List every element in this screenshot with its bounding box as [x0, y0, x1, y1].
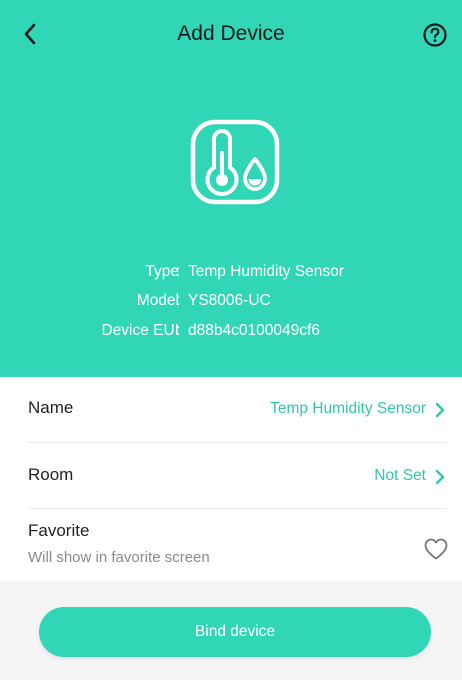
device-type-row: Type : Temp Humidity Sensor [0, 260, 462, 284]
room-label: Room [28, 465, 74, 484]
info-label: Device EUI [101, 322, 179, 339]
device-header-panel: Add Device Type : Temp Humidity Sensor M… [0, 0, 462, 377]
device-type-value: Temp Humidity Sensor [188, 263, 344, 280]
help-button[interactable] [420, 20, 450, 50]
bind-device-button[interactable]: Bind device [39, 607, 431, 657]
page-title: Add Device [177, 22, 285, 45]
heart-outline-icon[interactable] [423, 537, 449, 561]
room-row[interactable]: Room Not Set [0, 443, 462, 509]
device-eui-row: Device EUI : d88b4c0100049cf6 [0, 319, 462, 343]
thermometer-droplet-icon [190, 119, 280, 205]
chevron-right-icon [435, 402, 445, 418]
name-value: Temp Humidity Sensor [270, 400, 426, 417]
device-model-value: YS8006-UC [188, 292, 271, 309]
info-label: Type [145, 263, 179, 280]
question-circle-icon [423, 23, 447, 47]
device-model-row: Model : YS8006-UC [0, 289, 462, 313]
favorite-label: Favorite [28, 521, 90, 540]
name-label: Name [28, 398, 74, 417]
device-settings-list: Name Temp Humidity Sensor Room Not Set F… [0, 377, 462, 581]
chevron-right-icon [435, 469, 445, 485]
device-eui-value: d88b4c0100049cf6 [188, 322, 320, 339]
add-device-screen: Add Device Type : Temp Humidity Sensor M… [0, 0, 462, 680]
room-value: Not Set [374, 467, 426, 484]
favorite-row: Favorite Will show in favorite screen [0, 509, 462, 581]
favorite-sublabel: Will show in favorite screen [28, 549, 210, 566]
info-label: Model [136, 292, 179, 309]
name-row[interactable]: Name Temp Humidity Sensor [0, 377, 462, 443]
